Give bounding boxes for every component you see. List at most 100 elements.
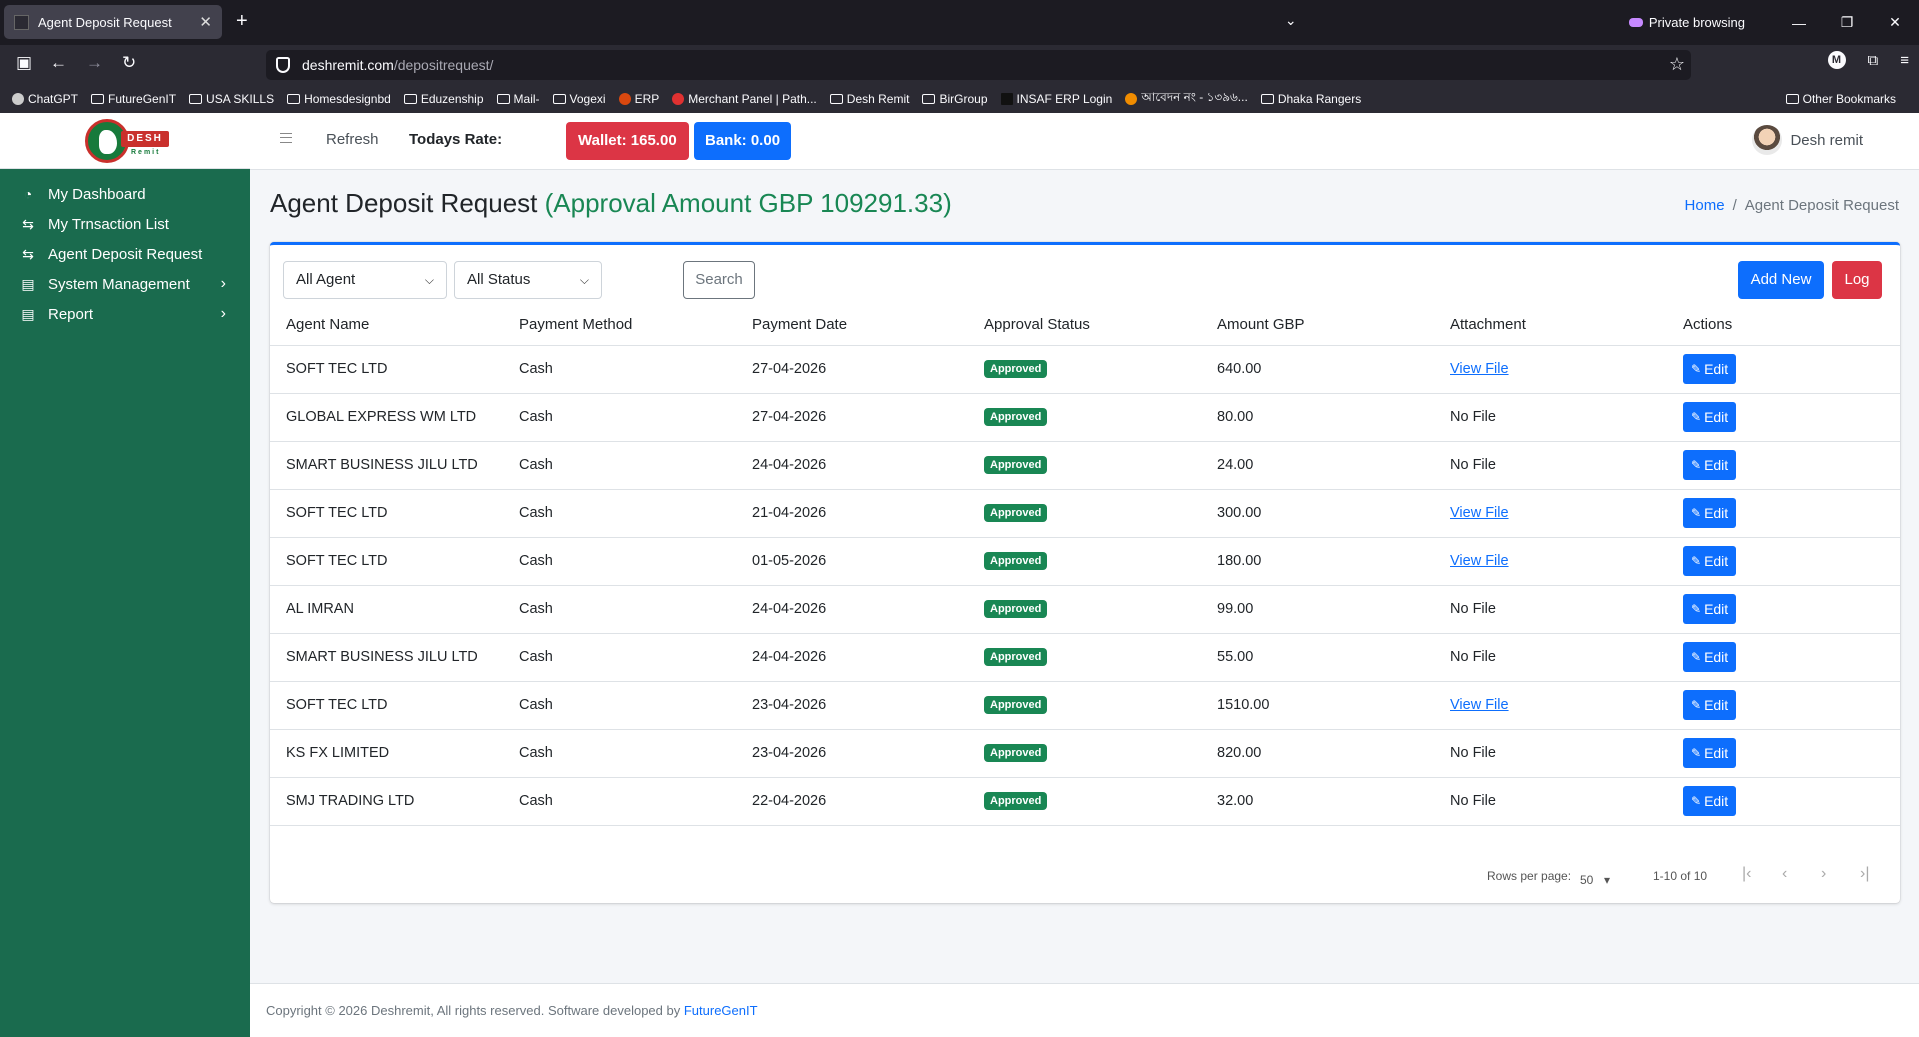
account-icon[interactable]: M xyxy=(1827,51,1846,69)
sidebar-item-label: Agent Deposit Request xyxy=(48,245,203,263)
payment-method-cell: Cash xyxy=(503,441,736,490)
next-page-icon[interactable]: › xyxy=(1821,865,1826,883)
bookmark-item[interactable]: Merchant Panel | Path... xyxy=(672,92,817,106)
extensions-icon[interactable]: ⧉ xyxy=(1868,52,1879,69)
edit-button[interactable]: ✎ Edit xyxy=(1683,642,1737,672)
log-button[interactable]: Log xyxy=(1832,261,1882,299)
bookmark-item[interactable]: FutureGenIT xyxy=(91,92,176,106)
edit-button[interactable]: ✎ Edit xyxy=(1683,594,1737,624)
private-browsing-indicator: Private browsing xyxy=(1628,15,1745,30)
bookmark-item[interactable]: Dhaka Rangers xyxy=(1260,92,1361,106)
payment-date-cell: 24-04-2026 xyxy=(736,441,968,490)
wallet-balance-button[interactable]: Wallet: 165.00 xyxy=(566,122,689,160)
restore-icon[interactable]: ❐ xyxy=(1823,14,1871,31)
edit-button[interactable]: ✎ Edit xyxy=(1683,498,1737,528)
bookmark-item[interactable]: Eduzenship xyxy=(403,92,484,106)
bookmark-item[interactable]: ChatGPT xyxy=(12,92,78,106)
approval-status-cell: Approved xyxy=(968,537,1201,586)
agent-name-cell: SOFT TEC LTD xyxy=(270,537,503,586)
sidebar-item-deposit-request[interactable]: ⇆ Agent Deposit Request xyxy=(0,239,250,269)
list-tabs-chevron-icon[interactable]: ⌄ xyxy=(1285,12,1297,29)
edit-button[interactable]: ✎ Edit xyxy=(1683,354,1737,384)
column-header: Payment Method xyxy=(503,305,736,346)
payment-method-cell: Cash xyxy=(503,633,736,682)
no-file-text: No File xyxy=(1450,793,1496,809)
first-page-icon[interactable]: |‹ xyxy=(1742,865,1751,883)
add-new-button[interactable]: Add New xyxy=(1738,261,1824,299)
edit-button[interactable]: ✎ Edit xyxy=(1683,450,1737,480)
user-menu[interactable]: Desh remit xyxy=(1752,125,1863,155)
reload-icon[interactable]: ↻ xyxy=(122,53,136,73)
attachment-cell: No File xyxy=(1434,729,1667,778)
other-bookmarks[interactable]: Other Bookmarks xyxy=(1785,92,1896,106)
browser-tab-active[interactable]: Agent Deposit Request ✕ xyxy=(4,5,222,39)
edit-button[interactable]: ✎ Edit xyxy=(1683,402,1737,432)
close-window-icon[interactable]: ✕ xyxy=(1871,14,1919,31)
no-file-text: No File xyxy=(1450,457,1496,473)
bookmark-item[interactable]: USA SKILLS xyxy=(189,92,274,106)
bookmark-item[interactable]: BirGroup xyxy=(922,92,988,106)
edit-label: Edit xyxy=(1704,649,1729,665)
folder-icon xyxy=(91,94,105,104)
chevron-down-icon: ⌵ xyxy=(579,273,589,287)
last-page-icon[interactable]: ›| xyxy=(1860,865,1869,883)
agent-filter-select[interactable]: All Agent ⌵ xyxy=(283,261,447,299)
view-file-link[interactable]: View File xyxy=(1450,505,1509,521)
breadcrumb-home[interactable]: Home xyxy=(1685,197,1725,214)
new-tab-icon[interactable]: + xyxy=(236,10,248,32)
logo-tag: DESH xyxy=(121,130,169,147)
view-file-link[interactable]: View File xyxy=(1450,553,1509,569)
bookmark-label: Eduzenship xyxy=(420,92,484,106)
edit-button[interactable]: ✎ Edit xyxy=(1683,546,1737,576)
dashboard-icon: ◔ xyxy=(23,186,33,202)
edit-label: Edit xyxy=(1704,505,1729,521)
bookmark-item[interactable]: Desh Remit xyxy=(829,92,909,106)
hamburger-icon[interactable] xyxy=(280,133,292,143)
bookmark-item[interactable]: Vogexi xyxy=(552,92,606,106)
attachment-cell: View File xyxy=(1434,489,1667,538)
table-row: GLOBAL EXPRESS WM LTD Cash 27-04-2026 Appro… xyxy=(270,393,1900,442)
refresh-link[interactable]: Refresh xyxy=(326,131,379,148)
bookmark-item[interactable]: Homesdesignbd xyxy=(287,92,391,106)
rows-per-page-select[interactable]: 50 ▾ xyxy=(1580,869,1610,887)
developer-link[interactable]: FutureGenIT xyxy=(684,1003,758,1018)
edit-button[interactable]: ✎ Edit xyxy=(1683,690,1737,720)
forward-icon[interactable]: → xyxy=(86,53,103,73)
sidebar-item-transactions[interactable]: ⇆ My Trnsaction List xyxy=(0,209,250,239)
bookmark-item[interactable]: ERP xyxy=(618,92,659,106)
bookmark-item[interactable]: আবেদন নং - ১৩৯৬... xyxy=(1125,89,1248,109)
view-file-link[interactable]: View File xyxy=(1450,361,1509,377)
sidebar-item-dashboard[interactable]: ◔ My Dashboard xyxy=(0,179,250,209)
table-row: AL IMRAN Cash 24-04-2026 Approved 99.00 No Fi… xyxy=(270,585,1900,634)
sidebar-item-report[interactable]: ▤ Report › xyxy=(0,299,250,329)
search-button[interactable]: Search xyxy=(683,261,755,299)
bookmark-item[interactable]: INSAF ERP Login xyxy=(1000,92,1112,106)
status-filter-select[interactable]: All Status ⌵ xyxy=(454,261,602,299)
private-browsing-label: Private browsing xyxy=(1648,15,1745,30)
payment-method-cell: Cash xyxy=(503,729,736,778)
no-file-text: No File xyxy=(1450,745,1496,761)
payment-date-cell: 27-04-2026 xyxy=(736,393,968,442)
page-title-text: Agent Deposit Request xyxy=(270,188,538,218)
view-file-link[interactable]: View File xyxy=(1450,697,1509,713)
close-tab-icon[interactable]: ✕ xyxy=(199,13,212,31)
back-icon[interactable]: ← xyxy=(50,53,67,73)
sidebar-toggle-icon[interactable]: ▣ xyxy=(16,53,32,73)
edit-button[interactable]: ✎ Edit xyxy=(1683,786,1737,816)
menu-icon[interactable]: ≡ xyxy=(1900,52,1909,69)
bank-balance-button[interactable]: Bank: 0.00 xyxy=(694,122,792,160)
bookmark-item[interactable]: Mail- xyxy=(496,92,540,106)
bookmark-star-icon[interactable]: ☆ xyxy=(1669,54,1685,75)
edit-button[interactable]: ✎ Edit xyxy=(1683,738,1737,768)
url-bar[interactable]: deshremit.com/depositrequest/ ☆ xyxy=(266,50,1691,80)
logo-area[interactable]: DESH Remit xyxy=(0,113,250,169)
breadcrumb: Home / Agent Deposit Request xyxy=(1685,197,1899,214)
sidebar-item-system-management[interactable]: ▤ System Management › xyxy=(0,269,250,299)
approval-status-cell: Approved xyxy=(968,633,1201,682)
minimize-icon[interactable]: — xyxy=(1775,15,1823,31)
bookmark-label: আবেদন নং - ১৩৯৬... xyxy=(1141,90,1248,104)
attachment-cell: No File xyxy=(1434,585,1667,634)
previous-page-icon[interactable]: ‹ xyxy=(1782,865,1787,883)
column-header: Actions xyxy=(1667,305,1900,346)
folder-icon xyxy=(403,94,417,104)
